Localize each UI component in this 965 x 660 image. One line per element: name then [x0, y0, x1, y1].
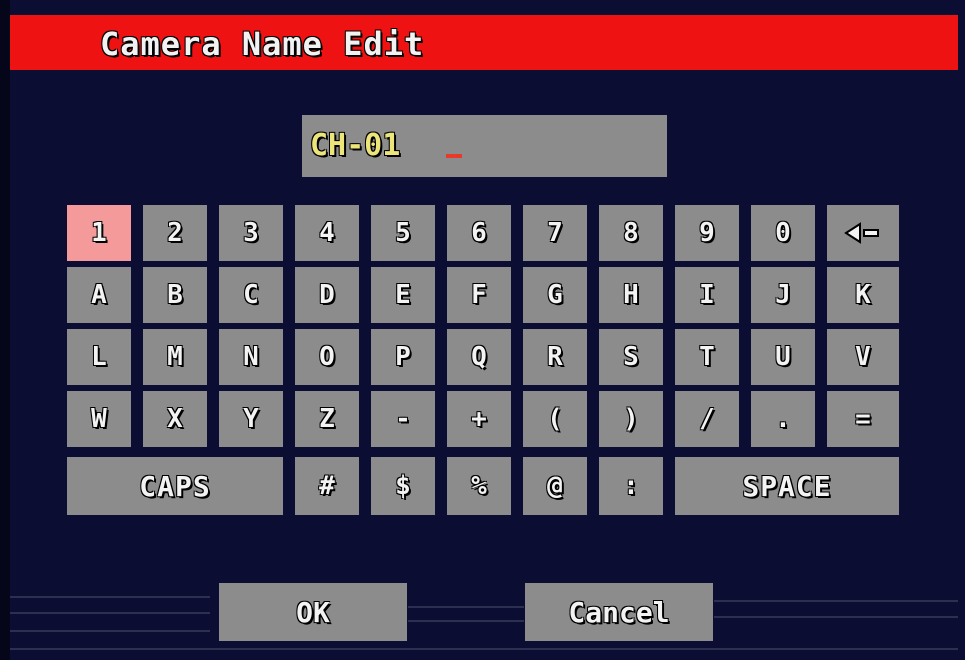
- scanline-artifact: [408, 606, 524, 608]
- space-key[interactable]: SPACE: [675, 457, 899, 515]
- key-percent[interactable]: %: [447, 457, 511, 515]
- key-7[interactable]: 7: [523, 205, 587, 261]
- key-slash[interactable]: /: [675, 391, 739, 447]
- key-a[interactable]: A: [67, 267, 131, 323]
- backspace-arrow-icon: [844, 221, 882, 245]
- camera-name-edit-screen: Camera Name Edit CH-01 1 2 3 4 5 6 7 8 9…: [0, 0, 965, 660]
- key-4[interactable]: 4: [295, 205, 359, 261]
- scanline-artifact: [714, 600, 958, 602]
- key-0[interactable]: 0: [751, 205, 815, 261]
- scanline-artifact: [408, 620, 524, 622]
- key-p[interactable]: P: [371, 329, 435, 385]
- key-g[interactable]: G: [523, 267, 587, 323]
- key-o[interactable]: O: [295, 329, 359, 385]
- key-l[interactable]: L: [67, 329, 131, 385]
- key-k[interactable]: K: [827, 267, 899, 323]
- key-2[interactable]: 2: [143, 205, 207, 261]
- key-c[interactable]: C: [219, 267, 283, 323]
- key-close-paren[interactable]: ): [599, 391, 663, 447]
- key-h[interactable]: H: [599, 267, 663, 323]
- key-9[interactable]: 9: [675, 205, 739, 261]
- text-cursor: [446, 154, 462, 158]
- key-q[interactable]: Q: [447, 329, 511, 385]
- scanline-artifact: [10, 648, 958, 650]
- left-border: [0, 0, 10, 660]
- key-at[interactable]: @: [523, 457, 587, 515]
- key-f[interactable]: F: [447, 267, 511, 323]
- key-m[interactable]: M: [143, 329, 207, 385]
- scanline-artifact: [10, 630, 210, 632]
- key-minus[interactable]: -: [371, 391, 435, 447]
- key-b[interactable]: B: [143, 267, 207, 323]
- key-y[interactable]: Y: [219, 391, 283, 447]
- scanline-artifact: [10, 596, 210, 598]
- scanline-artifact: [714, 616, 958, 618]
- key-d[interactable]: D: [295, 267, 359, 323]
- window-title: Camera Name Edit: [100, 25, 425, 63]
- key-w[interactable]: W: [67, 391, 131, 447]
- key-r[interactable]: R: [523, 329, 587, 385]
- key-t[interactable]: T: [675, 329, 739, 385]
- key-i[interactable]: I: [675, 267, 739, 323]
- caps-key[interactable]: CAPS: [67, 457, 283, 515]
- key-1[interactable]: 1: [67, 205, 131, 261]
- key-u[interactable]: U: [751, 329, 815, 385]
- scanline-artifact: [10, 612, 210, 614]
- key-3[interactable]: 3: [219, 205, 283, 261]
- key-5[interactable]: 5: [371, 205, 435, 261]
- key-v[interactable]: V: [827, 329, 899, 385]
- cancel-button[interactable]: Cancel: [525, 583, 713, 641]
- camera-name-value: CH-01: [310, 128, 401, 163]
- key-z[interactable]: Z: [295, 391, 359, 447]
- key-colon[interactable]: :: [599, 457, 663, 515]
- key-hash[interactable]: #: [295, 457, 359, 515]
- key-8[interactable]: 8: [599, 205, 663, 261]
- ok-button[interactable]: OK: [219, 583, 407, 641]
- key-equals[interactable]: =: [827, 391, 899, 447]
- key-6[interactable]: 6: [447, 205, 511, 261]
- key-open-paren[interactable]: (: [523, 391, 587, 447]
- key-x[interactable]: X: [143, 391, 207, 447]
- key-s[interactable]: S: [599, 329, 663, 385]
- key-period[interactable]: .: [751, 391, 815, 447]
- key-dollar[interactable]: $: [371, 457, 435, 515]
- backspace-key[interactable]: [827, 205, 899, 261]
- key-plus[interactable]: +: [447, 391, 511, 447]
- key-e[interactable]: E: [371, 267, 435, 323]
- key-j[interactable]: J: [751, 267, 815, 323]
- key-n[interactable]: N: [219, 329, 283, 385]
